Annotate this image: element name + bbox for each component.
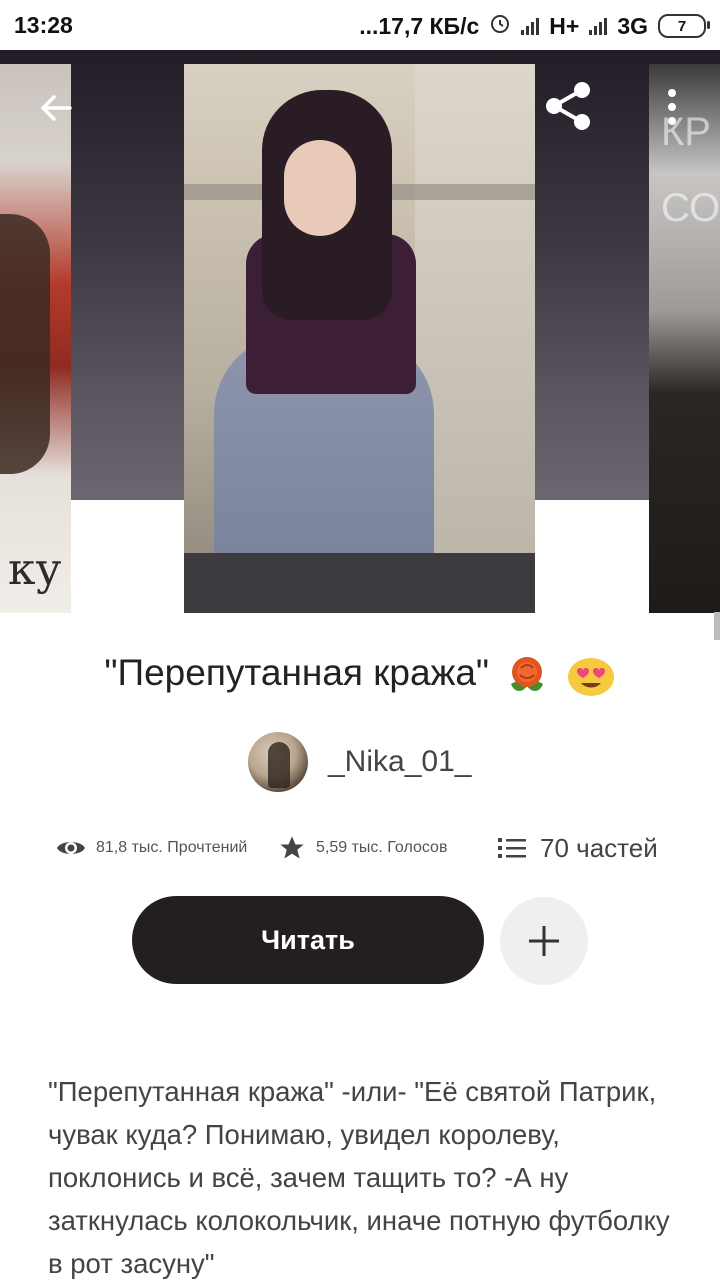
status-time: 13:28 [14,12,73,38]
plus-icon [529,926,559,956]
network-type-2: 3G [617,12,648,39]
status-indicators: ...17,7 КБ/с H+ 3G 7 [359,12,710,40]
author-row[interactable]: _Nika_01_ [248,732,471,792]
story-title: "Перепутанная кража" [0,652,720,697]
parts-count[interactable]: 70 частей [540,833,658,864]
signal-icon [589,17,608,35]
eye-icon [57,842,85,854]
cover-art [284,140,356,236]
more-vert-icon [668,89,676,125]
author-name[interactable]: _Nika_01_ [328,745,471,779]
previous-cover-text: ку [8,544,62,595]
votes-stat: 5,59 тыс. Голосов [278,834,498,862]
network-type-1: H+ [549,12,580,39]
status-bar: 13:28 ...17,7 КБ/с H+ 3G 7 [0,0,720,50]
story-title-text: "Перепутанная кража" [104,652,490,693]
heart-eyes-emoji [567,658,614,697]
story-cover[interactable] [184,64,535,613]
previous-story-cover[interactable]: ку [0,64,71,613]
read-button-label: Читать [261,924,355,955]
read-button[interactable]: Читать [132,896,484,984]
scrollbar[interactable] [714,612,720,640]
next-story-cover[interactable]: КР СО [649,64,720,613]
signal-icon [521,17,540,35]
rose-emoji [511,657,544,692]
alarm-icon [489,12,511,40]
network-speed: ...17,7 КБ/с [359,12,480,39]
parts-stat[interactable]: 70 частей [498,833,658,864]
cover-art [0,214,50,474]
add-to-library-button[interactable] [500,897,588,985]
reads-stat: 81,8 тыс. Прочтений [56,837,278,859]
more-options-button[interactable] [654,82,690,132]
avatar[interactable] [248,732,308,792]
story-stats: 81,8 тыс. Прочтений 5,59 тыс. Голосов 70… [56,826,676,870]
battery-icon: 7 [658,14,710,38]
story-description: "Перепутанная кража" -или- "Её святой Па… [48,1076,670,1279]
battery-level: 7 [677,17,687,35]
back-arrow-icon [41,95,72,121]
back-button[interactable] [28,80,84,136]
list-icon [498,838,526,858]
share-button[interactable] [538,76,598,136]
votes-count: 5,59 тыс. Голосов [316,839,448,856]
star-icon [280,836,304,859]
cover-art [184,553,535,613]
share-icon [546,82,590,130]
reads-count: 81,8 тыс. Прочтений [96,839,248,856]
